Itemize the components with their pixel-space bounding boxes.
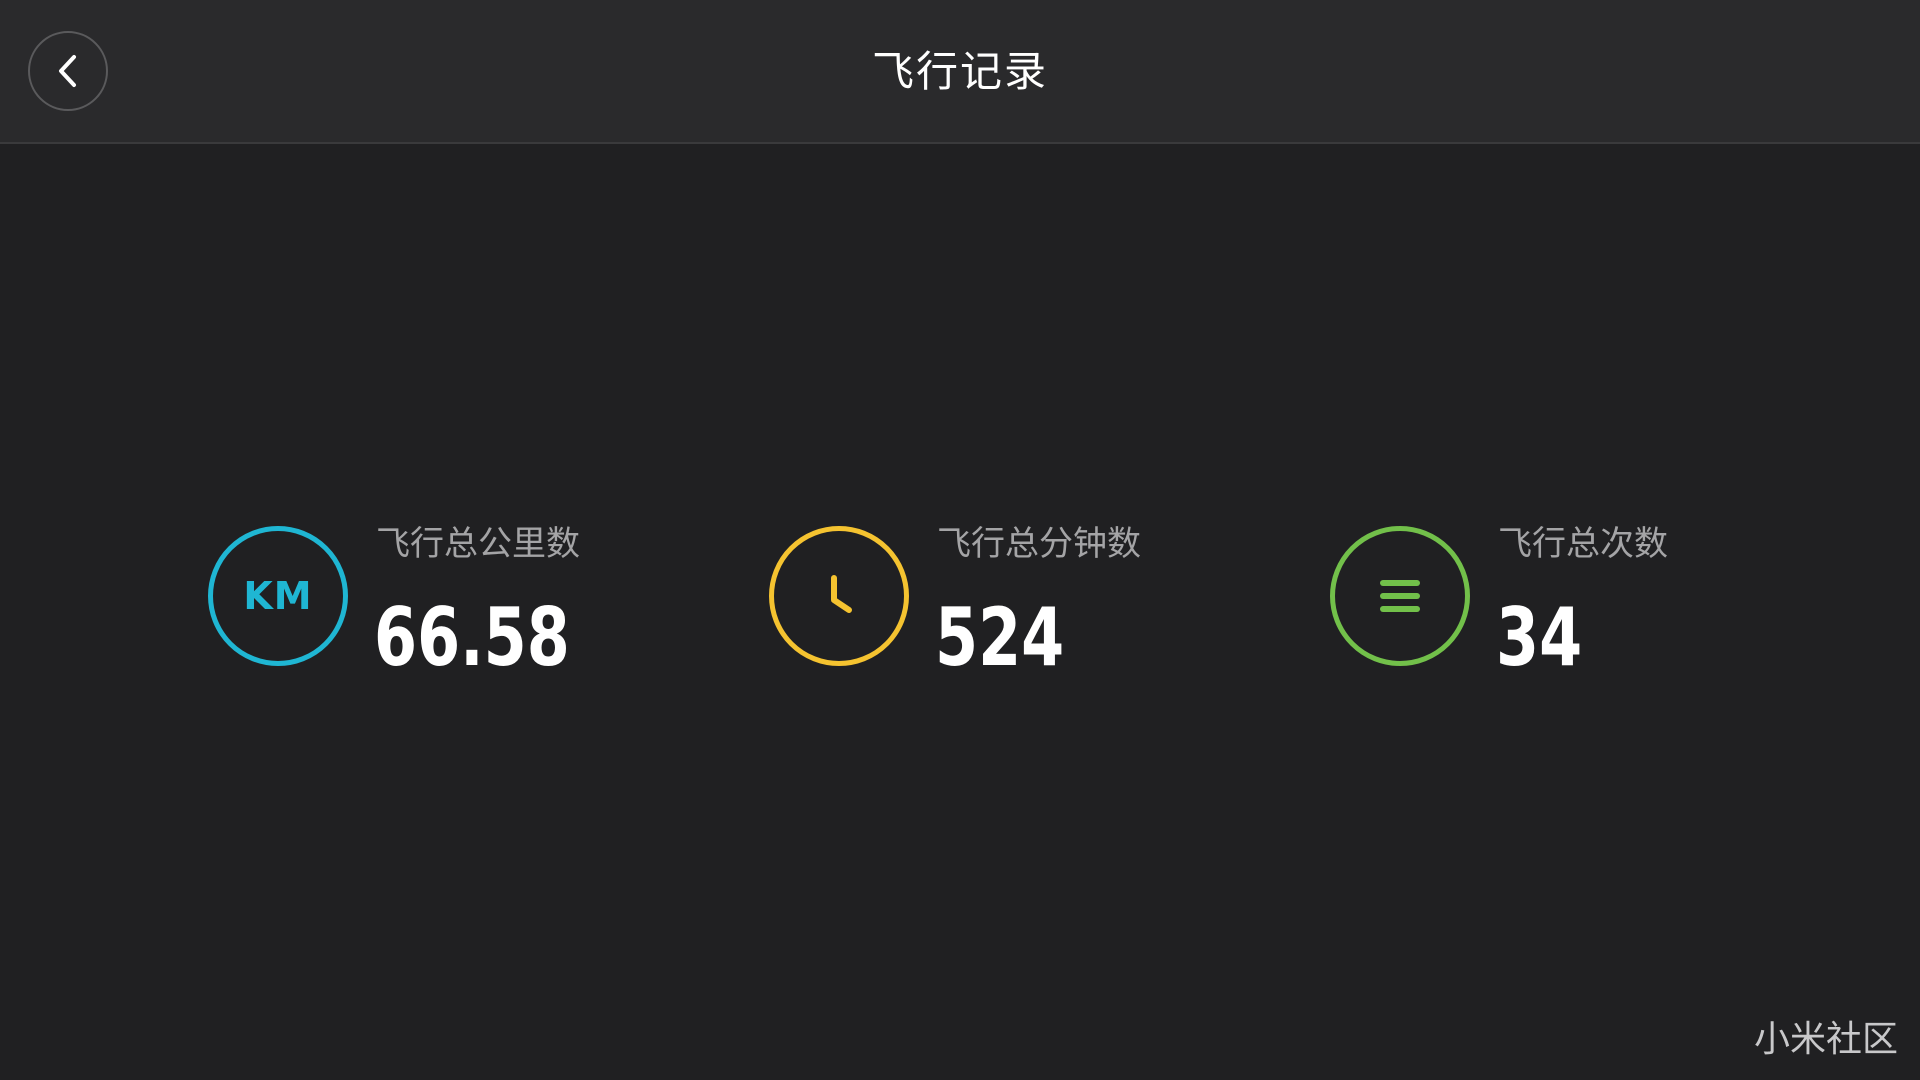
stat-label: 飞行总公里数 (376, 524, 580, 564)
top-bar: 飞行记录 (0, 0, 1920, 144)
stat-label: 飞行总次数 (1498, 524, 1668, 564)
clock-icon (769, 526, 909, 666)
stat-value: 34 (1496, 591, 1583, 684)
km-icon-text: KM (243, 574, 313, 618)
stat-value: 524 (935, 591, 1065, 684)
list-icon (1330, 526, 1470, 666)
km-icon: KM (208, 526, 348, 666)
watermark: 小米社区 (1753, 1019, 1898, 1060)
stat-label: 飞行总分钟数 (937, 524, 1141, 564)
stat-value: 66.58 (374, 591, 570, 684)
back-button[interactable] (28, 31, 108, 111)
page-title: 飞行记录 (871, 47, 1048, 96)
chevron-left-icon (53, 51, 83, 91)
